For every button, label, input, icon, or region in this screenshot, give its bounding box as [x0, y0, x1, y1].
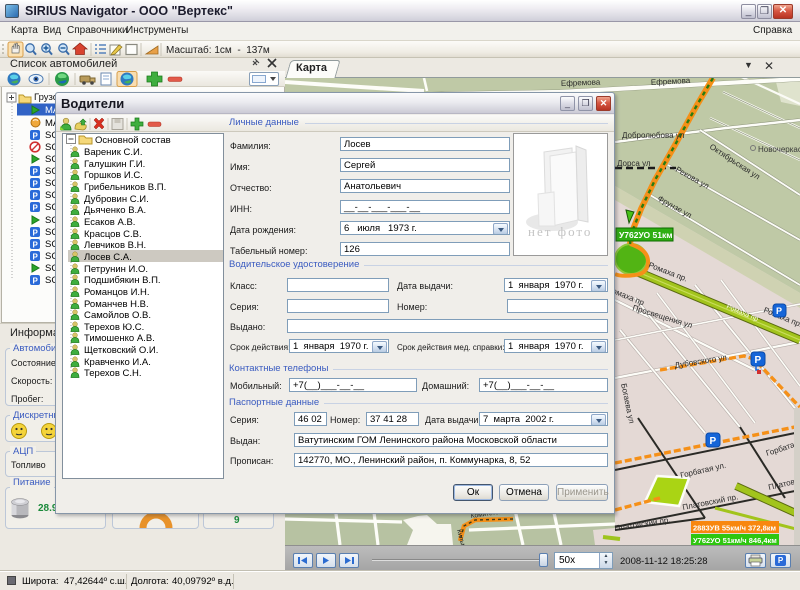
svg-text:P: P — [755, 355, 762, 366]
svg-text:Дорса ул: Дорса ул — [617, 159, 651, 168]
svg-text:P: P — [33, 168, 39, 177]
svg-text:Ефремова: Ефремова — [561, 78, 601, 88]
svg-text:P: P — [33, 229, 39, 238]
svg-text:нет фото: нет фото — [528, 224, 592, 239]
svg-text:P: P — [33, 180, 39, 189]
svg-text:У762УО 51км: У762УО 51км — [619, 230, 673, 240]
svg-text:У762УО 51км/ч 846,4км: У762УО 51км/ч 846,4км — [693, 536, 777, 545]
svg-text:P: P — [710, 436, 717, 447]
svg-text:2883УВ 55км/ч 372,8км: 2883УВ 55км/ч 372,8км — [693, 524, 777, 533]
svg-text:Новочеркасск: Новочеркасск — [758, 145, 800, 154]
svg-text:P: P — [33, 277, 39, 286]
svg-text:P: P — [33, 132, 39, 141]
svg-text:P: P — [33, 192, 39, 201]
svg-text:P: P — [33, 253, 39, 262]
svg-text:P: P — [776, 306, 782, 316]
svg-text:P: P — [33, 241, 39, 250]
svg-text:Добролюбова ул: Добролюбова ул — [622, 131, 685, 140]
svg-text:P: P — [33, 204, 39, 213]
